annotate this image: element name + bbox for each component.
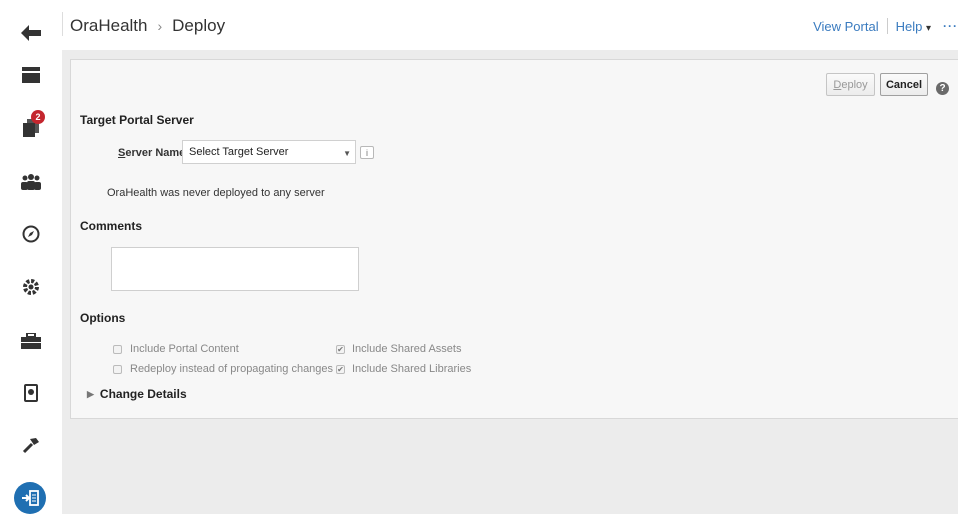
people-icon[interactable] xyxy=(16,167,46,197)
change-details-label: Change Details xyxy=(99,387,187,401)
compass-icon[interactable] xyxy=(16,219,46,249)
server-name-label-text: erver Name xyxy=(125,147,186,159)
cancel-button[interactable]: Cancel xyxy=(880,73,928,96)
chevron-down-icon: ▾ xyxy=(925,22,931,34)
redeploy-option[interactable]: Redeploy instead of propagating changes xyxy=(113,363,333,375)
disclosure-triangle-icon: ▶ xyxy=(87,388,94,399)
page-title: Deploy xyxy=(172,16,226,35)
change-details-toggle[interactable]: ▶ Change Details xyxy=(87,387,187,401)
include-shared-assets-checkbox[interactable]: ✔ xyxy=(336,344,345,354)
briefcase-icon[interactable] xyxy=(16,326,46,356)
deploy-icon[interactable] xyxy=(14,482,46,514)
redeploy-checkbox[interactable] xyxy=(113,364,122,374)
include-portal-content-checkbox[interactable] xyxy=(113,344,122,354)
device-settings-icon[interactable] xyxy=(16,378,46,408)
include-shared-assets-label: Include Shared Assets xyxy=(352,343,462,355)
server-name-label: Server Name xyxy=(118,147,185,159)
help-menu[interactable]: Help ▾ xyxy=(896,19,931,34)
include-portal-content-option[interactable]: Include Portal Content xyxy=(113,343,239,355)
more-options-icon[interactable]: ··· xyxy=(943,19,958,33)
back-arrow-icon[interactable] xyxy=(16,18,46,48)
hammer-icon[interactable] xyxy=(16,430,46,460)
header-action-divider xyxy=(886,18,888,34)
include-shared-libraries-label: Include Shared Libraries xyxy=(352,363,472,375)
include-shared-assets-option[interactable]: ✔ Include Shared Assets xyxy=(336,343,461,355)
options-heading: Options xyxy=(80,311,126,325)
breadcrumb-app[interactable]: OraHealth xyxy=(70,16,147,36)
target-portal-server-heading: Target Portal Server xyxy=(80,113,194,127)
page-layout-icon[interactable] xyxy=(16,60,46,90)
include-shared-libraries-checkbox[interactable]: ✔ xyxy=(336,364,345,374)
help-icon[interactable]: ? xyxy=(936,82,949,95)
top-header: OraHealth › Deploy View Portal Help ▾ ··… xyxy=(62,0,958,50)
server-name-value: Select Target Server xyxy=(189,146,289,158)
deploy-label: eploy xyxy=(841,78,868,91)
info-icon[interactable]: i xyxy=(360,146,374,159)
deploy-button[interactable]: Deploy xyxy=(826,73,875,96)
deploy-access-key: D xyxy=(833,78,842,91)
view-portal-link[interactable]: View Portal xyxy=(813,19,879,34)
left-navigation-rail: 2 xyxy=(0,0,62,514)
deploy-status-message: OraHealth was never deployed to any serv… xyxy=(107,187,325,199)
redeploy-label: Redeploy instead of propagating changes xyxy=(130,363,334,375)
comments-textarea[interactable] xyxy=(111,247,359,291)
header-divider xyxy=(62,12,63,36)
pages-icon[interactable]: 2 xyxy=(16,110,46,143)
header-actions: View Portal Help ▾ ··· xyxy=(813,18,958,34)
chevron-right-icon: › xyxy=(157,18,163,34)
include-portal-content-label: Include Portal Content xyxy=(130,343,239,355)
help-menu-label: Help xyxy=(895,18,923,34)
breadcrumb: OraHealth › Deploy xyxy=(70,16,225,36)
dropdown-caret-icon: ▼ xyxy=(343,149,351,158)
server-name-select[interactable]: Select Target Server ▼ xyxy=(182,140,356,164)
notification-badge: 2 xyxy=(31,110,45,124)
include-shared-libraries-option[interactable]: ✔ Include Shared Libraries xyxy=(336,363,471,375)
gear-icon[interactable] xyxy=(16,272,46,302)
comments-heading: Comments xyxy=(80,219,143,233)
